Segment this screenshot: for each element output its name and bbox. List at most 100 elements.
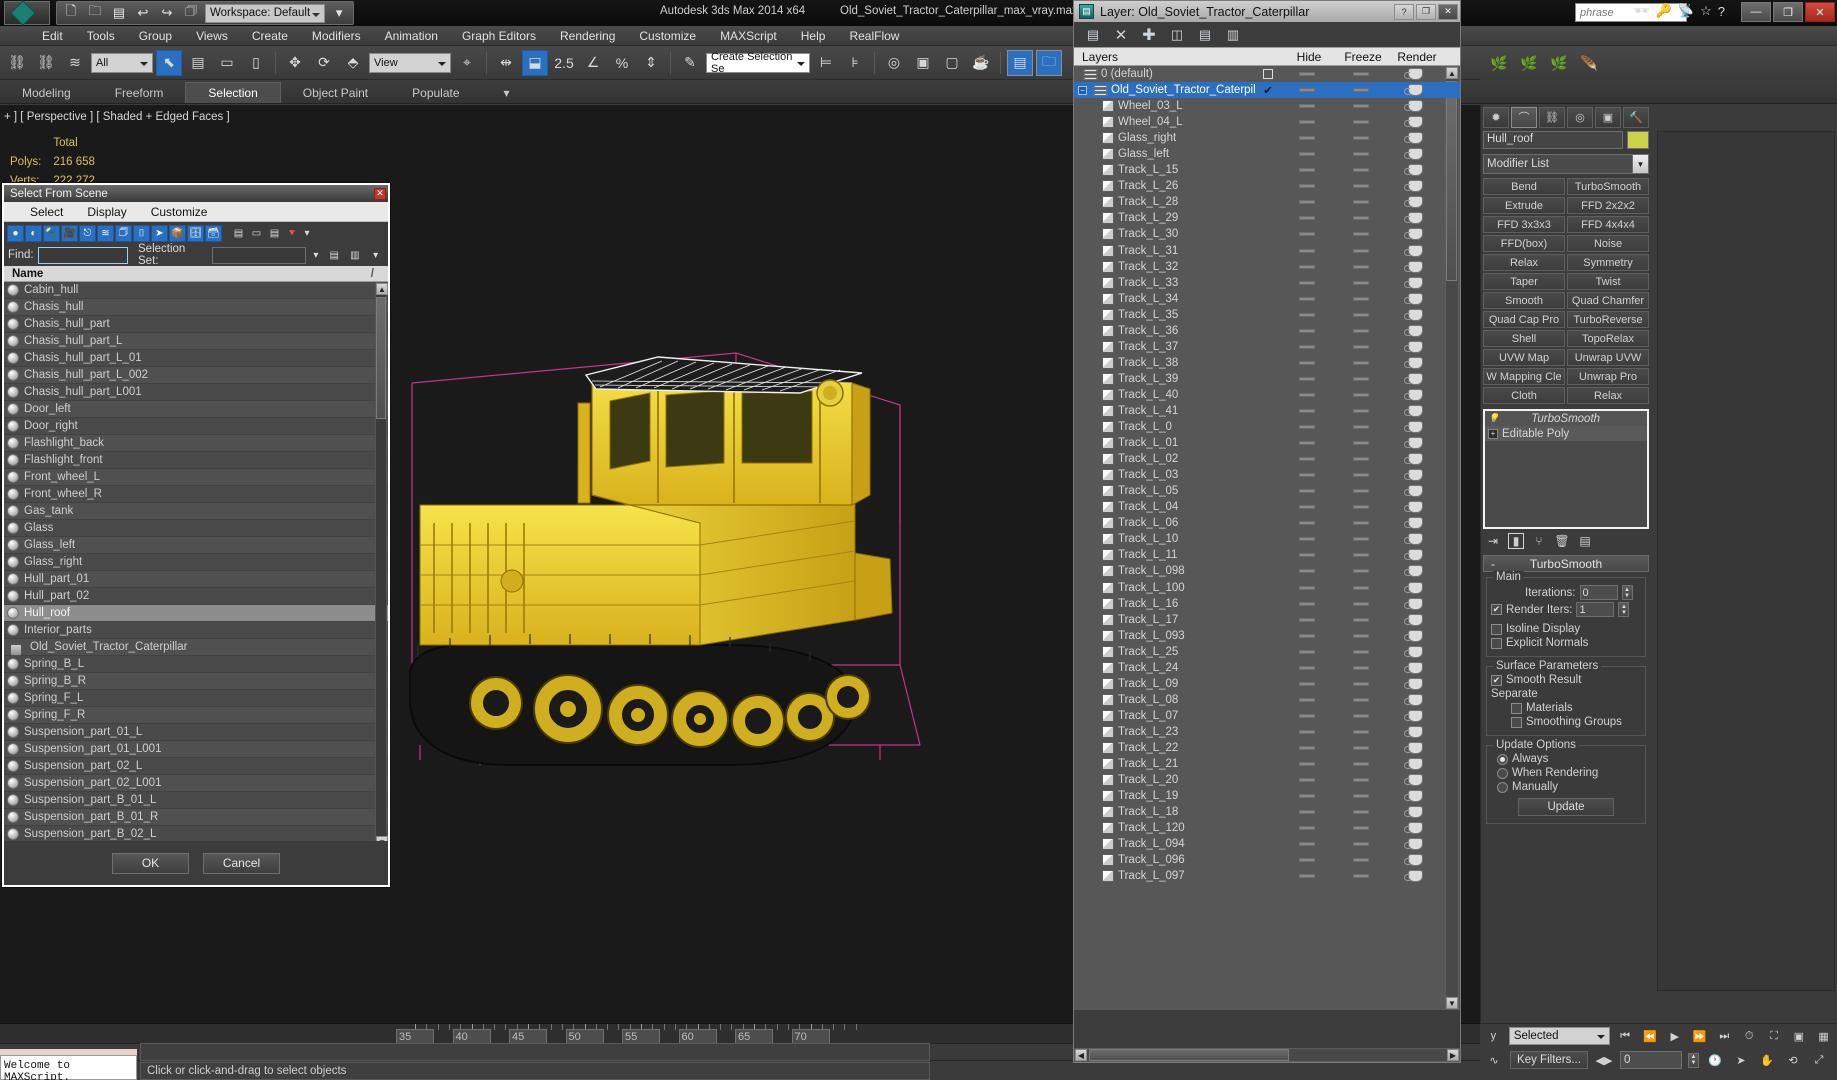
- render-teapot-icon[interactable]: [1403, 645, 1423, 658]
- cancel-button[interactable]: Cancel: [203, 852, 280, 874]
- render-cell[interactable]: [1388, 854, 1442, 867]
- freeze-cell[interactable]: [1334, 681, 1388, 686]
- freeze-cell[interactable]: [1334, 505, 1388, 510]
- geometry-icon[interactable]: ●: [7, 224, 24, 242]
- isoline-checkbox[interactable]: [1491, 623, 1502, 635]
- command-panel[interactable]: ✹ ⌒ ⛓ ◎ ▣ 🔨 Hull_roof Modifier List ▼ Be…: [1480, 105, 1837, 1023]
- layer-list-item[interactable]: Track_L_25: [1074, 644, 1460, 660]
- menu-item-customize[interactable]: Customize: [627, 27, 708, 45]
- layer-list-item[interactable]: Track_L_28: [1074, 194, 1460, 210]
- modifier-button-ffd-2x2x2[interactable]: FFD 2x2x2: [1567, 197, 1649, 214]
- freeze-dash-icon[interactable]: [1353, 633, 1369, 638]
- hide-dash-icon[interactable]: [1299, 729, 1315, 734]
- hide-dash-icon[interactable]: [1299, 280, 1315, 285]
- freeze-cell[interactable]: [1334, 232, 1388, 237]
- layer-list[interactable]: ▲ ▼ 0 (default) − Old_Soviet_Tractor_Cater…: [1074, 66, 1460, 1010]
- play-icon[interactable]: ▶: [1665, 1027, 1684, 1045]
- freeze-dash-icon[interactable]: [1353, 569, 1369, 574]
- freeze-cell[interactable]: [1334, 665, 1388, 670]
- hide-cell[interactable]: [1280, 72, 1334, 77]
- hide-cell[interactable]: [1280, 104, 1334, 109]
- render-cell[interactable]: [1388, 693, 1442, 706]
- xrefs-icon[interactable]: ⌷: [133, 224, 150, 242]
- render-cell[interactable]: [1388, 292, 1442, 305]
- modifier-button-relax[interactable]: Relax: [1567, 387, 1649, 404]
- freeze-cell[interactable]: [1334, 88, 1388, 93]
- hide-dash-icon[interactable]: [1299, 697, 1315, 702]
- scene-list-item[interactable]: Hull_part_01: [4, 571, 388, 588]
- scroll-down-icon[interactable]: ▼: [1446, 997, 1458, 1009]
- render-teapot-icon[interactable]: [1403, 485, 1423, 498]
- layer-list-item[interactable]: Track_L_32: [1074, 259, 1460, 275]
- select-and-rotate-icon[interactable]: ⟳: [311, 50, 337, 76]
- workspace-menu-icon[interactable]: ▾: [329, 3, 349, 23]
- layer-explorer-window[interactable]: ▤ Layer: Old_Soviet_Tractor_Caterpillar …: [1073, 0, 1461, 1063]
- freeze-cell[interactable]: [1334, 136, 1388, 141]
- hide-dash-icon[interactable]: [1299, 649, 1315, 654]
- hide-cell[interactable]: [1280, 858, 1334, 863]
- utilities-tab[interactable]: 🔨: [1623, 106, 1649, 128]
- layer-list-item[interactable]: Track_L_098: [1074, 563, 1460, 579]
- render-teapot-icon[interactable]: [1403, 372, 1423, 385]
- layer-list-item[interactable]: Track_L_10: [1074, 531, 1460, 547]
- iterations-spinner[interactable]: ▲ ▼: [1621, 585, 1633, 600]
- sfs-menu-customize[interactable]: Customize: [139, 203, 220, 221]
- select-and-scale-icon[interactable]: ⬘: [340, 50, 366, 76]
- key-mode-icon[interactable]: ◀▶: [1594, 1051, 1614, 1069]
- modifier-stack-item[interactable]: + Editable Poly: [1485, 426, 1647, 441]
- layer-list-item[interactable]: Track_L_11: [1074, 547, 1460, 563]
- render-cell[interactable]: [1388, 100, 1442, 113]
- freeze-dash-icon[interactable]: [1353, 296, 1369, 301]
- render-cell[interactable]: [1388, 180, 1442, 193]
- sfs-vertical-scrollbar[interactable]: ▲ ▼: [375, 282, 388, 849]
- render-cell[interactable]: [1388, 597, 1442, 610]
- hide-dash-icon[interactable]: [1299, 633, 1315, 638]
- help-icon[interactable]: ?: [1394, 3, 1414, 20]
- update-rendering-radio[interactable]: [1497, 767, 1508, 779]
- freeze-dash-icon[interactable]: [1353, 665, 1369, 670]
- undo-icon[interactable]: ↩: [133, 3, 153, 23]
- layer-list-item[interactable]: Track_L_096: [1074, 852, 1460, 868]
- object-name-input[interactable]: Hull_roof: [1483, 131, 1623, 149]
- render-teapot-icon[interactable]: [1403, 421, 1423, 434]
- freeze-dash-icon[interactable]: [1353, 280, 1369, 285]
- freeze-cell[interactable]: [1334, 553, 1388, 558]
- time-config-icon[interactable]: 🕐: [1705, 1051, 1725, 1069]
- explicit-normals-checkbox[interactable]: [1491, 637, 1502, 649]
- layer-list-item[interactable]: 0 (default): [1074, 66, 1460, 82]
- layer-active-cell[interactable]: [1256, 69, 1280, 80]
- sfs-scroll-thumb[interactable]: [376, 297, 386, 419]
- hide-cell[interactable]: [1280, 489, 1334, 494]
- delete-layer-icon[interactable]: ✕: [1112, 26, 1130, 44]
- expand-stack-icon[interactable]: +: [1488, 428, 1498, 439]
- layer-list-item[interactable]: Track_L_06: [1074, 515, 1460, 531]
- hide-cell[interactable]: [1280, 681, 1334, 686]
- render-teapot-icon[interactable]: [1403, 517, 1423, 530]
- render-teapot-icon[interactable]: [1403, 164, 1423, 177]
- render-teapot-icon[interactable]: [1403, 437, 1423, 450]
- render-teapot-icon[interactable]: [1403, 806, 1423, 819]
- modifier-button-bend[interactable]: Bend: [1483, 178, 1565, 195]
- freeze-dash-icon[interactable]: [1353, 778, 1369, 783]
- menu-item-group[interactable]: Group: [127, 27, 184, 45]
- render-teapot-icon[interactable]: [1403, 709, 1423, 722]
- remove-selection-set-icon[interactable]: ▥: [346, 246, 364, 264]
- snap-toggle-icon[interactable]: ⬓: [522, 49, 548, 76]
- freeze-dash-icon[interactable]: [1353, 473, 1369, 478]
- layer-list-item[interactable]: Track_L_24: [1074, 660, 1460, 676]
- add-selection-set-icon[interactable]: ▤: [325, 246, 343, 264]
- bind-space-warp-icon[interactable]: ≋: [62, 50, 88, 76]
- freeze-dash-icon[interactable]: [1353, 200, 1369, 205]
- freeze-dash-icon[interactable]: [1353, 537, 1369, 542]
- hide-cell[interactable]: [1280, 392, 1334, 397]
- scene-list-item[interactable]: Suspension_part_02_L: [4, 758, 388, 775]
- hide-cell[interactable]: [1280, 473, 1334, 478]
- list-view-icon[interactable]: ▤: [230, 224, 247, 242]
- hide-cell[interactable]: [1280, 649, 1334, 654]
- hide-cell[interactable]: [1280, 88, 1334, 93]
- freeze-cell[interactable]: [1334, 425, 1388, 430]
- helpers-icon[interactable]: ⎋: [79, 224, 96, 242]
- freeze-dash-icon[interactable]: [1353, 184, 1369, 189]
- render-teapot-icon[interactable]: [1403, 324, 1423, 337]
- render-teapot-icon[interactable]: [1403, 196, 1423, 209]
